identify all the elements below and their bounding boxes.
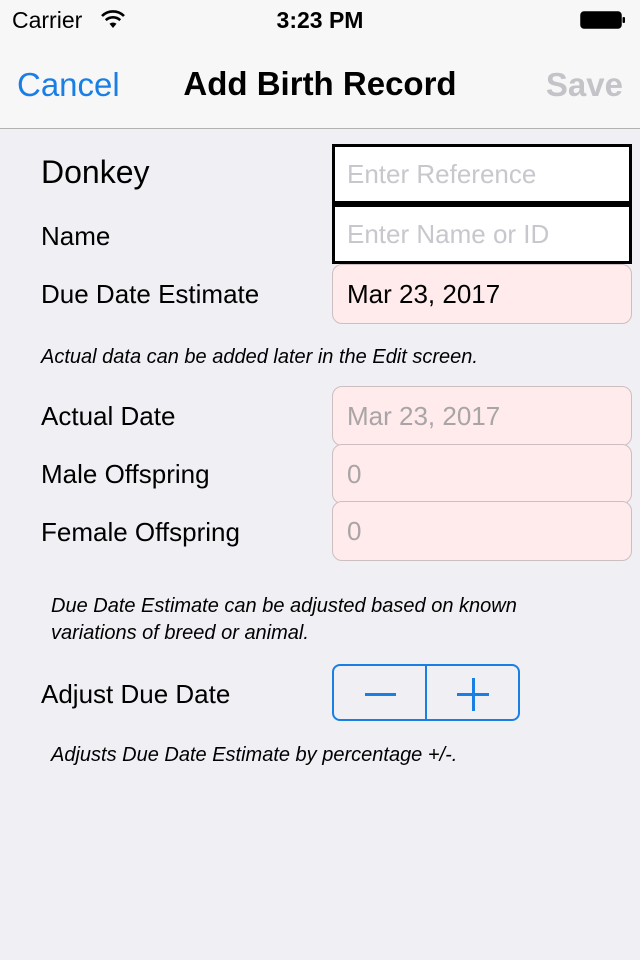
battery-full-icon	[580, 11, 625, 29]
page-title: Add Birth Record	[183, 65, 457, 102]
actual-date-field[interactable]: Mar 23, 2017	[332, 386, 632, 446]
adjust-note-line-2: variations of breed or animal.	[51, 622, 309, 644]
male-offspring-field[interactable]: 0	[332, 444, 632, 504]
increment-button[interactable]	[425, 666, 518, 719]
save-button[interactable]: Save	[546, 66, 623, 104]
female-offspring-value: 0	[347, 516, 362, 546]
reference-input[interactable]: Enter Reference	[332, 144, 632, 204]
animal-type-label: Donkey	[41, 154, 150, 190]
adjust-note-line-1: Due Date Estimate can be adjusted based …	[51, 595, 517, 617]
due-date-label: Due Date Estimate	[41, 279, 260, 309]
due-date-field[interactable]: Mar 23, 2017	[332, 264, 632, 324]
reference-placeholder: Enter Reference	[347, 159, 537, 189]
name-placeholder: Enter Name or ID	[347, 219, 550, 249]
status-time: 3:23 PM	[276, 7, 364, 33]
adjust-due-date-label: Adjust Due Date	[41, 679, 231, 709]
actual-data-note: Actual data can be added later in the Ed…	[41, 346, 478, 368]
male-offspring-value: 0	[347, 459, 362, 489]
adjust-footer-note: Adjusts Due Date Estimate by percentage …	[51, 744, 458, 766]
female-offspring-field[interactable]: 0	[332, 501, 632, 561]
female-offspring-label: Female Offspring	[41, 517, 240, 547]
navigation-bar: Carrier 3:23 PM Cancel Add Birth Record …	[0, 0, 640, 129]
actual-date-label: Actual Date	[41, 401, 176, 431]
status-bar: Carrier 3:23 PM	[0, 0, 640, 40]
name-input[interactable]: Enter Name or ID	[332, 204, 632, 264]
adjust-note: Due Date Estimate can be adjusted based …	[51, 593, 517, 647]
minus-icon	[365, 693, 396, 696]
male-offspring-label: Male Offspring	[41, 459, 210, 489]
name-label: Name	[41, 221, 111, 251]
due-date-value: Mar 23, 2017	[347, 279, 501, 309]
adjust-due-date-stepper[interactable]	[332, 664, 520, 721]
plus-icon-vertical	[471, 678, 475, 711]
actual-date-value: Mar 23, 2017	[347, 401, 501, 431]
decrement-button[interactable]	[334, 666, 425, 719]
